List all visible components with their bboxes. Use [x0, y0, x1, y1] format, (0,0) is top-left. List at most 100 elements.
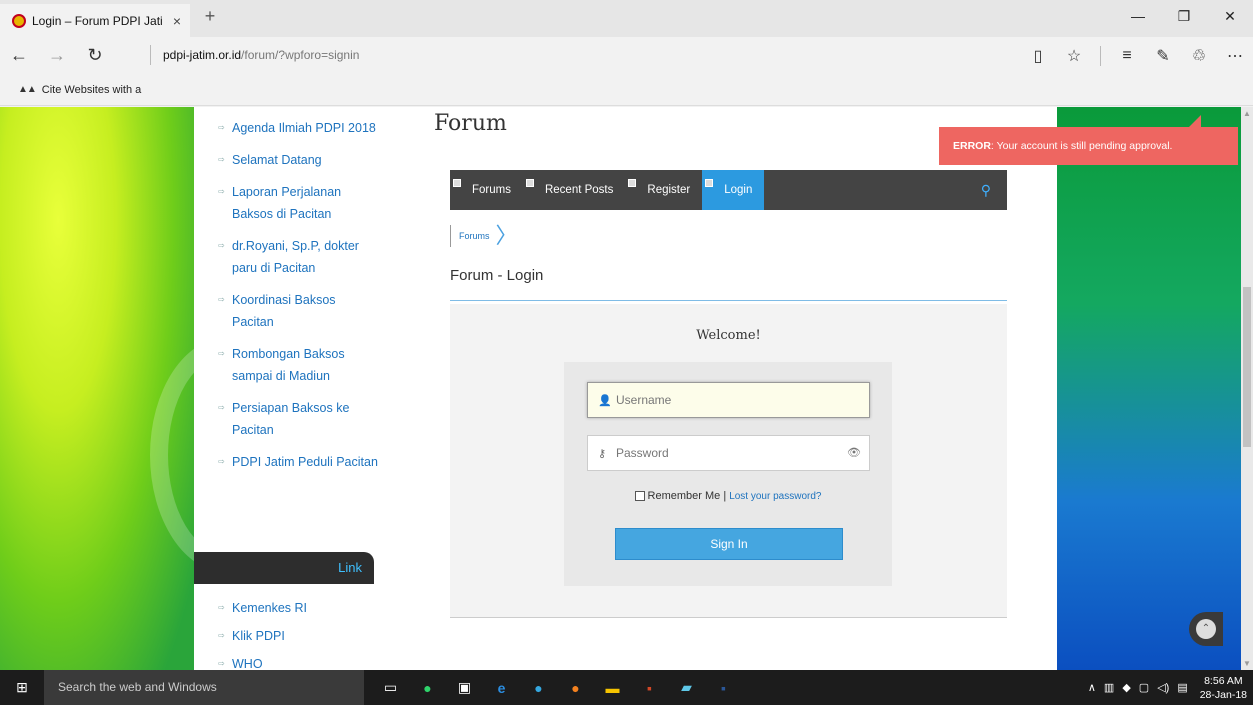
username-input[interactable] [616, 393, 836, 407]
username-field[interactable]: 👤 [587, 382, 870, 418]
search-icon[interactable]: ⚲ [981, 182, 991, 199]
photos-icon[interactable]: ▰ [668, 670, 705, 705]
list-item[interactable]: PDPI Jatim Peduli Pacitan [218, 451, 380, 473]
post-link[interactable]: PDPI Jatim Peduli Pacitan [232, 455, 378, 469]
lost-password-link[interactable]: Lost your password? [729, 491, 821, 502]
list-item[interactable]: Klik PDPI [218, 625, 380, 647]
error-label: ERROR [953, 140, 991, 152]
remember-me-checkbox[interactable] [634, 491, 645, 501]
list-item[interactable]: Laporan Perjalanan Baksos di Pacitan [218, 181, 380, 225]
telegram-icon[interactable]: ● [520, 670, 557, 705]
key-icon: ⚷ [598, 447, 607, 460]
forward-icon[interactable]: → [38, 37, 76, 74]
scroll-down-icon[interactable]: ▼ [1243, 659, 1251, 668]
volume-icon[interactable]: ◁) [1157, 681, 1169, 694]
main-content: Forum Forums Recent Posts Register Login… [400, 107, 1057, 670]
tab-title: Login – Forum PDPI Jati [32, 13, 163, 28]
firefox-icon[interactable]: ● [557, 670, 594, 705]
error-notification[interactable]: ERROR: Your account is still pending app… [939, 115, 1238, 165]
back-icon[interactable]: ← [0, 37, 38, 74]
show-password-icon[interactable]: 👁 [847, 446, 861, 459]
sign-in-button[interactable]: Sign In [615, 528, 843, 560]
windows-taskbar: ⊞ Search the web and Windows ▭ ● ▣ e ● ●… [0, 670, 1253, 705]
external-link[interactable]: WHO [232, 657, 263, 670]
browser-tab[interactable]: Login – Forum PDPI Jati × [0, 4, 190, 37]
powerpoint-icon[interactable]: ▪ [631, 670, 668, 705]
list-item[interactable]: Persiapan Baksos ke Pacitan [218, 397, 380, 441]
password-input[interactable] [616, 446, 836, 460]
clock-date: 28-Jan-18 [1199, 688, 1247, 701]
menu-register[interactable]: Register [625, 170, 702, 210]
menu-login[interactable]: Login [702, 170, 765, 210]
new-tab-button[interactable]: + [196, 6, 224, 27]
error-message: : Your account is still pending approval… [990, 140, 1173, 152]
web-note-icon[interactable]: ✎ [1145, 46, 1181, 66]
minimize-icon[interactable]: — [1115, 0, 1161, 32]
chevron-up-tray-icon[interactable]: ∧ [1088, 681, 1096, 694]
system-tray: ∧ ▥ ◆ ▢ ◁) ▤ 8:56 AM 28-Jan-18 [1084, 670, 1247, 705]
tab-close-icon[interactable]: × [164, 13, 190, 29]
post-link[interactable]: Koordinasi Baksos Pacitan [232, 293, 336, 329]
post-link[interactable]: Selamat Datang [232, 153, 322, 167]
background-art-left [0, 107, 306, 670]
favorite-star-icon[interactable]: ☆ [1056, 46, 1092, 66]
reading-view-icon[interactable]: ▯ [1020, 46, 1056, 66]
breadcrumb-forums[interactable]: Forums [459, 231, 490, 241]
list-item[interactable]: WHO [218, 653, 380, 670]
more-icon[interactable]: ⋯ [1217, 46, 1253, 66]
list-item[interactable]: Selamat Datang [218, 149, 380, 171]
scrollbar-thumb[interactable] [1243, 287, 1251, 447]
menu-recent-posts[interactable]: Recent Posts [523, 170, 625, 210]
post-link[interactable]: Laporan Perjalanan Baksos di Pacitan [232, 185, 341, 221]
list-item[interactable]: Koordinasi Baksos Pacitan [218, 289, 380, 333]
clock[interactable]: 8:56 AM 28-Jan-18 [1200, 674, 1247, 702]
taskbar-search[interactable]: Search the web and Windows [44, 670, 364, 705]
window-controls: — ❐ ✕ [1115, 0, 1253, 32]
close-window-icon[interactable]: ✕ [1207, 0, 1253, 32]
post-link[interactable]: Rombongan Baksos sampai di Madiun [232, 347, 345, 383]
scroll-up-icon[interactable]: ▲ [1243, 109, 1251, 118]
notification-app-icon[interactable]: ◆ [1122, 681, 1130, 694]
post-link[interactable]: dr.Royani, Sp.P, dokter paru di Pacitan [232, 239, 359, 275]
task-view-icon[interactable]: ▭ [372, 670, 409, 705]
page-scrollbar[interactable]: ▲ ▼ [1241, 107, 1253, 670]
list-item[interactable]: Agenda Ilmiah PDPI 2018 [218, 117, 380, 139]
chevron-up-icon: ⌃ [1196, 619, 1216, 639]
list-item[interactable]: Kemenkes RI [218, 597, 380, 619]
hub-icon[interactable]: ≡ [1109, 47, 1145, 65]
menu-forums[interactable]: Forums [450, 170, 523, 210]
password-field[interactable]: ⚷ 👁 [587, 435, 870, 471]
menu-label: Recent Posts [544, 184, 614, 196]
scroll-to-top-button[interactable]: ⌃ [1189, 612, 1223, 646]
external-link[interactable]: Klik PDPI [232, 629, 285, 643]
clock-time: 8:56 AM [1204, 674, 1243, 687]
store-icon[interactable]: ▣ [446, 670, 483, 705]
address-bar[interactable]: pdpi-jatim.or.id/forum/?wpforo=signin [150, 45, 359, 65]
breadcrumb: Forums 〉 [450, 225, 518, 247]
file-explorer-icon[interactable]: ▬ [594, 670, 631, 705]
favorites-bar: ▲▲ Cite Websites with a [0, 74, 1253, 106]
page-viewport: Agenda Ilmiah PDPI 2018 Selamat Datang L… [0, 107, 1241, 670]
whatsapp-icon[interactable]: ● [409, 670, 446, 705]
display-icon[interactable]: ▢ [1139, 681, 1149, 694]
login-box: Welcome! 👤 ⚷ 👁 Remember Me | Lost your p… [450, 304, 1007, 618]
post-link[interactable]: Persiapan Baksos ke Pacitan [232, 401, 349, 437]
post-link[interactable]: Agenda Ilmiah PDPI 2018 [232, 121, 376, 135]
address-host: pdpi-jatim.or.id [163, 48, 242, 62]
login-title: Forum - Login [450, 267, 544, 284]
refresh-icon[interactable]: ↻ [76, 37, 114, 74]
menu-label: Forums [472, 184, 511, 196]
list-item[interactable]: dr.Royani, Sp.P, dokter paru di Pacitan [218, 235, 380, 279]
network-icon[interactable]: ▥ [1104, 681, 1114, 694]
favorite-cite-websites[interactable]: Cite Websites with a [42, 84, 141, 96]
share-icon[interactable]: ♲ [1181, 46, 1217, 66]
edge-icon[interactable]: e [483, 670, 520, 705]
restore-icon[interactable]: ❐ [1161, 0, 1207, 32]
action-center-icon[interactable]: ▤ [1177, 681, 1187, 694]
list-item[interactable]: Rombongan Baksos sampai di Madiun [218, 343, 380, 387]
title-divider [450, 300, 1007, 301]
sidebar: Agenda Ilmiah PDPI 2018 Selamat Datang L… [194, 107, 400, 670]
windows-start-icon[interactable]: ⊞ [0, 670, 44, 705]
word-icon[interactable]: ▪ [705, 670, 742, 705]
external-link[interactable]: Kemenkes RI [232, 601, 307, 615]
